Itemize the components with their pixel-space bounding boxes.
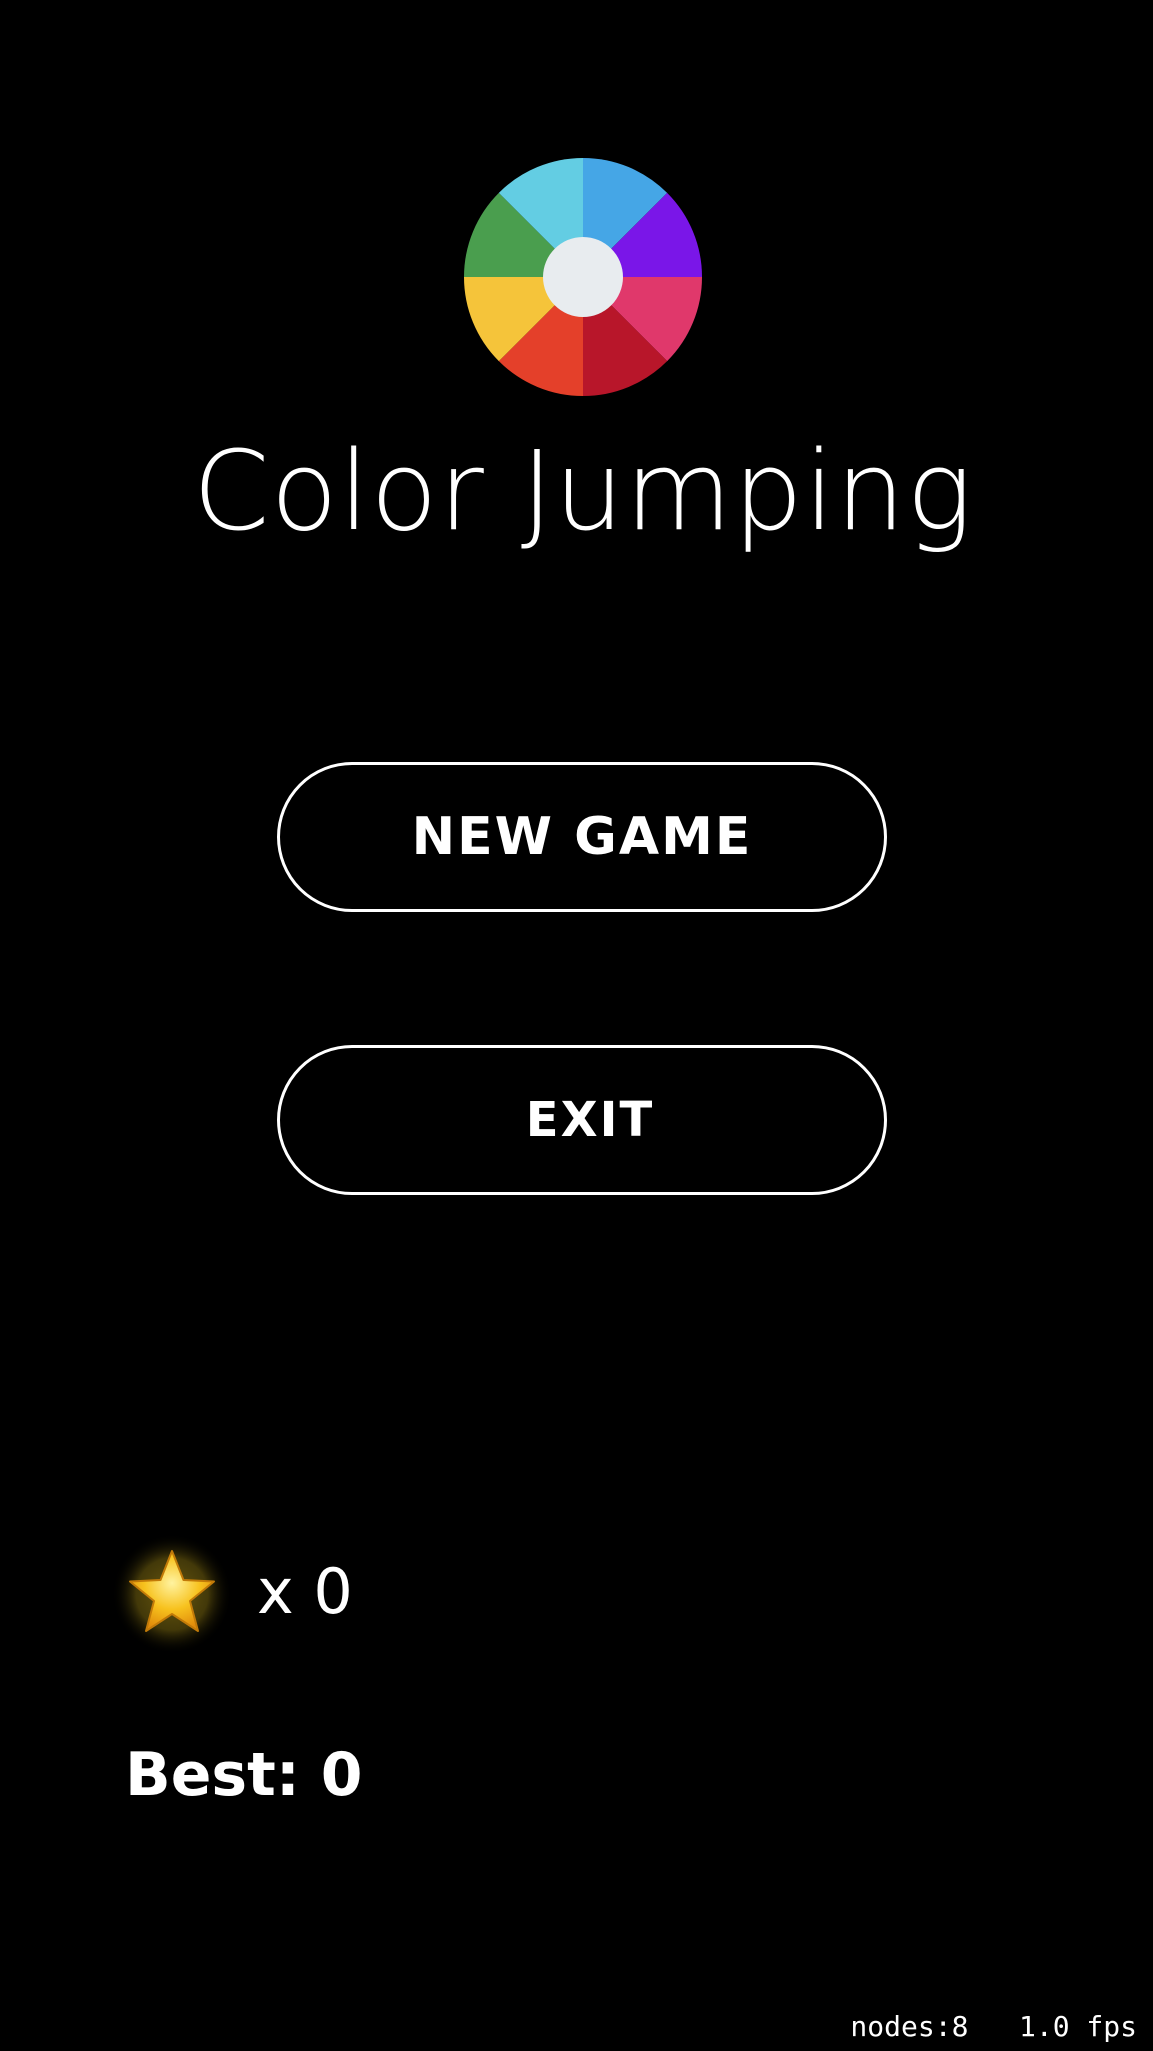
color-wheel-icon — [464, 158, 702, 396]
game-title: Color Jumping — [192, 427, 974, 555]
debug-stats: nodes:8 1.0 fps — [850, 2010, 1137, 2043]
star-icon — [112, 1534, 232, 1654]
new-game-button[interactable]: NEW GAME — [277, 762, 887, 912]
game-screen: Color Jumping NEW GAME EXIT x 0 Best: 0 … — [0, 0, 1153, 2051]
wheel-center — [543, 237, 623, 317]
coin-count: x 0 — [257, 1555, 353, 1628]
exit-button[interactable]: EXIT — [277, 1045, 887, 1195]
best-score: Best: 0 — [125, 1740, 363, 1810]
